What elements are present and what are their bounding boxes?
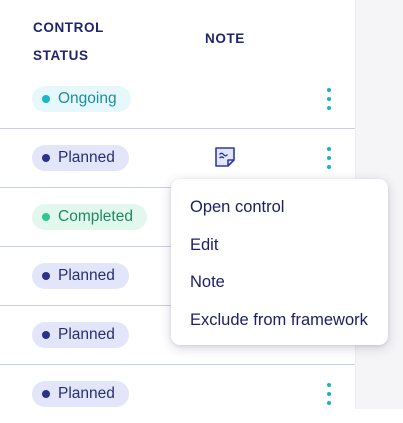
status-badge: Planned xyxy=(32,145,129,171)
status-label: Completed xyxy=(58,208,133,225)
row-actions-button[interactable] xyxy=(323,88,335,110)
status-dot-icon xyxy=(42,95,50,103)
status-dot-icon xyxy=(42,272,50,280)
row-actions-button[interactable] xyxy=(323,147,335,169)
status-label: Ongoing xyxy=(58,90,117,107)
status-dot-icon xyxy=(42,390,50,398)
status-badge: Planned xyxy=(32,381,129,407)
row-actions-button[interactable] xyxy=(323,383,335,405)
status-label: Planned xyxy=(58,326,115,343)
status-badge: Planned xyxy=(32,263,129,289)
status-label: Planned xyxy=(58,385,115,402)
status-label: Planned xyxy=(58,267,115,284)
sticky-note-icon[interactable] xyxy=(214,146,236,168)
status-dot-icon xyxy=(42,154,50,162)
status-badge: Completed xyxy=(32,204,147,230)
table-row: Planned xyxy=(0,364,355,423)
status-label: Planned xyxy=(58,149,115,166)
status-badge: Planned xyxy=(32,322,129,348)
menu-item-edit[interactable]: Edit xyxy=(171,227,388,265)
column-header-control-status[interactable]: CONTROL STATUS xyxy=(33,14,143,70)
more-vertical-icon xyxy=(327,147,331,151)
table-row: Ongoing xyxy=(0,69,355,128)
column-header-note[interactable]: NOTE xyxy=(205,31,245,46)
menu-item-open-control[interactable]: Open control xyxy=(171,189,388,227)
status-dot-icon xyxy=(42,213,50,221)
row-context-menu: Open control Edit Note Exclude from fram… xyxy=(171,179,388,345)
menu-item-exclude-from-framework[interactable]: Exclude from framework xyxy=(171,302,388,340)
more-vertical-icon xyxy=(327,88,331,92)
status-dot-icon xyxy=(42,331,50,339)
more-vertical-icon xyxy=(327,383,331,387)
menu-item-note[interactable]: Note xyxy=(171,264,388,302)
status-badge: Ongoing xyxy=(32,86,131,112)
